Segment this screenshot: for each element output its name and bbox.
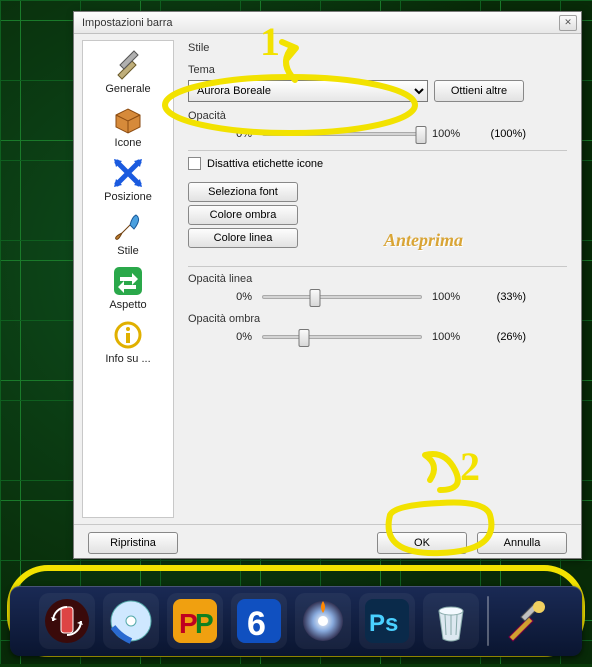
box-icon — [112, 103, 144, 135]
line-opacity-slider[interactable]: 0% 100% (33%) — [218, 291, 567, 303]
slider-value: (26%) — [476, 331, 526, 343]
slider-value: (100%) — [476, 128, 526, 140]
dock-item-phone[interactable] — [39, 593, 95, 649]
shadow-color-button[interactable]: Colore ombra — [188, 205, 298, 225]
dialog-titlebar[interactable]: Impostazioni barra ✕ — [74, 12, 581, 34]
dock-item-tools[interactable] — [497, 593, 553, 649]
dock-bar: PP 6 Ps — [10, 586, 582, 656]
dialog-title: Impostazioni barra — [78, 17, 559, 29]
dock-item-trash[interactable] — [423, 593, 479, 649]
sidebar-item-label: Posizione — [104, 191, 152, 203]
slider-track[interactable] — [262, 132, 422, 136]
pp-app-icon: PP — [171, 597, 219, 645]
disc-burn-icon — [299, 597, 347, 645]
sidebar-item-label: Aspetto — [109, 299, 146, 311]
shadow-opacity-slider[interactable]: 0% 100% (26%) — [218, 331, 567, 343]
slider-track[interactable] — [262, 335, 422, 339]
line-opacity-label: Opacità linea — [188, 273, 567, 285]
slider-thumb[interactable] — [310, 289, 321, 307]
get-more-button[interactable]: Ottieni altre — [434, 80, 524, 102]
dock-item-six[interactable]: 6 — [231, 593, 287, 649]
ok-button[interactable]: OK — [377, 532, 467, 554]
close-button[interactable]: ✕ — [559, 15, 577, 31]
disable-labels-text: Disattiva etichette icone — [207, 158, 323, 170]
sidebar-item-posizione[interactable]: Posizione — [88, 153, 168, 205]
opacity-slider[interactable]: 0% 100% (100%) — [218, 128, 567, 140]
sidebar-item-icone[interactable]: Icone — [88, 99, 168, 151]
disc-blue-icon — [107, 597, 155, 645]
settings-sidebar: Generale Icone Posizione Stile — [82, 40, 174, 518]
settings-dialog: Impostazioni barra ✕ Generale Icone Po — [73, 11, 582, 559]
trash-icon — [427, 597, 475, 645]
shadow-opacity-label: Opacità ombra — [188, 313, 567, 325]
dialog-footer: Ripristina OK Annulla — [74, 524, 581, 560]
info-icon — [112, 319, 144, 351]
theme-select[interactable]: Aurora Boreale — [188, 80, 428, 102]
restore-button[interactable]: Ripristina — [88, 532, 178, 554]
photoshop-icon: Ps — [363, 597, 411, 645]
opacity-label: Opacità — [188, 110, 567, 122]
disable-labels-checkbox[interactable] — [188, 157, 201, 170]
sidebar-item-label: Info su ... — [105, 353, 150, 365]
six-app-icon: 6 — [235, 597, 283, 645]
divider — [188, 266, 567, 267]
svg-text:P: P — [195, 608, 214, 639]
group-title: Stile — [188, 42, 567, 54]
sidebar-item-label: Icone — [115, 137, 142, 149]
svg-text:Ps: Ps — [369, 610, 398, 637]
line-color-button[interactable]: Colore linea — [188, 228, 298, 248]
slider-max-label: 100% — [432, 291, 466, 303]
slider-max-label: 100% — [432, 331, 466, 343]
sidebar-item-aspetto[interactable]: Aspetto — [88, 261, 168, 313]
dock-separator — [487, 596, 489, 646]
slider-value: (33%) — [476, 291, 526, 303]
slider-track[interactable] — [262, 295, 422, 299]
swap-icon — [112, 265, 144, 297]
style-panel: Stile Tema Aurora Boreale Ottieni altre … — [174, 34, 581, 524]
divider — [188, 150, 567, 151]
slider-thumb[interactable] — [299, 329, 310, 347]
sidebar-item-generale[interactable]: Generale — [88, 45, 168, 97]
dock-item-pp[interactable]: PP — [167, 593, 223, 649]
sidebar-item-label: Generale — [105, 83, 150, 95]
tools-crossed-icon — [112, 49, 144, 81]
dock-item-disc-blue[interactable] — [103, 593, 159, 649]
tools-icon — [501, 597, 549, 645]
slider-min-label: 0% — [218, 128, 252, 140]
slider-thumb[interactable] — [416, 126, 427, 144]
phone-sync-icon — [43, 597, 91, 645]
font-preview: Anteprima — [384, 230, 463, 251]
sidebar-item-label: Stile — [117, 245, 138, 257]
brush-icon — [112, 211, 144, 243]
slider-max-label: 100% — [432, 128, 466, 140]
theme-label: Tema — [188, 64, 567, 76]
slider-min-label: 0% — [218, 291, 252, 303]
cancel-button[interactable]: Annulla — [477, 532, 567, 554]
svg-text:6: 6 — [247, 605, 266, 643]
dock-item-photoshop[interactable]: Ps — [359, 593, 415, 649]
sidebar-item-info[interactable]: Info su ... — [88, 315, 168, 367]
dock-item-disc-burn[interactable] — [295, 593, 351, 649]
slider-min-label: 0% — [218, 331, 252, 343]
sidebar-item-stile[interactable]: Stile — [88, 207, 168, 259]
select-font-button[interactable]: Seleziona font — [188, 182, 298, 202]
close-icon: ✕ — [564, 17, 572, 28]
arrows-cross-icon — [112, 157, 144, 189]
